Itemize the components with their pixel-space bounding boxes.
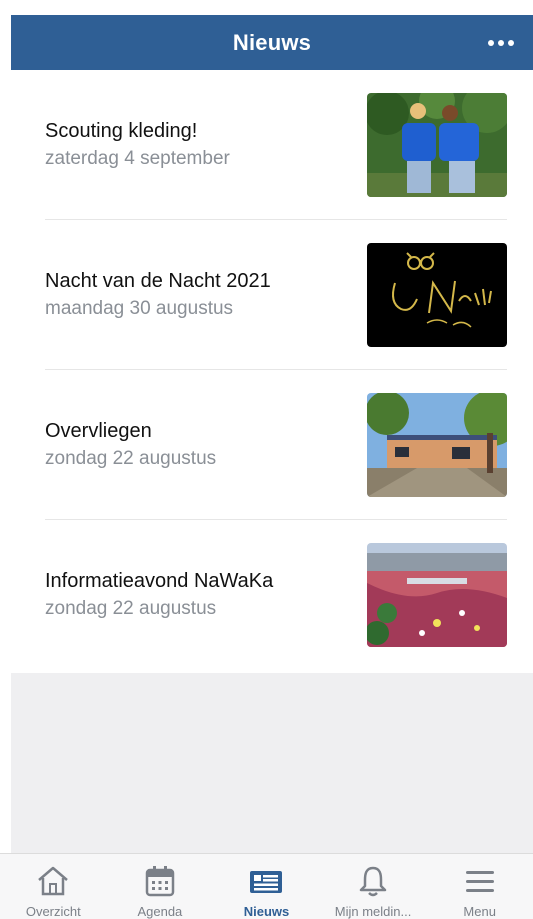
- more-button[interactable]: [487, 33, 515, 53]
- tab-label: Agenda: [137, 904, 183, 919]
- tab-overzicht[interactable]: Overzicht: [0, 854, 107, 919]
- tab-label: Nieuws: [243, 904, 290, 919]
- tab-agenda[interactable]: Agenda: [107, 854, 214, 919]
- news-item-text: Overvliegen zondag 22 augustus: [45, 418, 345, 472]
- news-thumbnail-night: [367, 243, 507, 347]
- news-item[interactable]: Overvliegen zondag 22 augustus: [45, 370, 507, 520]
- news-list: Scouting kleding! zaterdag 4 september N…: [0, 70, 533, 680]
- news-item[interactable]: Scouting kleding! zaterdag 4 september: [45, 70, 507, 220]
- news-item-date: zondag 22 augustus: [45, 448, 217, 469]
- news-item-text: Informatieavond NaWaKa zondag 22 augustu…: [45, 568, 345, 622]
- tab-label: Mijn meldin...: [334, 904, 412, 919]
- tab-bar: Overzicht Agenda Nieuws Mijn meldin... M…: [0, 853, 533, 919]
- news-item-date: zaterdag 4 september: [45, 148, 230, 169]
- bell-icon: [359, 866, 387, 897]
- tab-label: Overzicht: [25, 904, 81, 919]
- news-item-title: Informatieavond NaWaKa: [45, 570, 274, 592]
- news-item-date: maandag 30 augustus: [45, 298, 234, 319]
- tab-nieuws[interactable]: Nieuws: [213, 854, 320, 919]
- news-thumbnail-scouts: [367, 93, 507, 197]
- news-thumbnail-crowd: [367, 543, 507, 647]
- tab-menu[interactable]: Menu: [426, 854, 533, 919]
- news-item-text: Nacht van de Nacht 2021 maandag 30 augus…: [45, 268, 345, 322]
- menu-icon: [465, 871, 494, 892]
- news-item-title: Overvliegen: [45, 420, 152, 442]
- home-icon: [38, 866, 69, 896]
- app-header: Nieuws: [11, 15, 533, 70]
- news-thumbnail-building: [367, 393, 507, 497]
- calendar-icon: [145, 866, 175, 897]
- more-dots-icon: [488, 39, 514, 46]
- news-item-date: zondag 22 augustus: [45, 598, 217, 619]
- page-title: Nieuws: [232, 29, 312, 55]
- news-item[interactable]: Informatieavond NaWaKa zondag 22 augustu…: [45, 520, 507, 680]
- tab-label: Menu: [463, 904, 496, 919]
- news-item-title: Nacht van de Nacht 2021: [45, 270, 271, 292]
- news-icon: [250, 871, 283, 893]
- news-item[interactable]: Nacht van de Nacht 2021 maandag 30 augus…: [45, 220, 507, 370]
- news-item-title: Scouting kleding!: [45, 120, 198, 142]
- tab-meldingen[interactable]: Mijn meldin...: [320, 854, 427, 919]
- news-item-text: Scouting kleding! zaterdag 4 september: [45, 118, 345, 172]
- empty-background: [11, 673, 533, 853]
